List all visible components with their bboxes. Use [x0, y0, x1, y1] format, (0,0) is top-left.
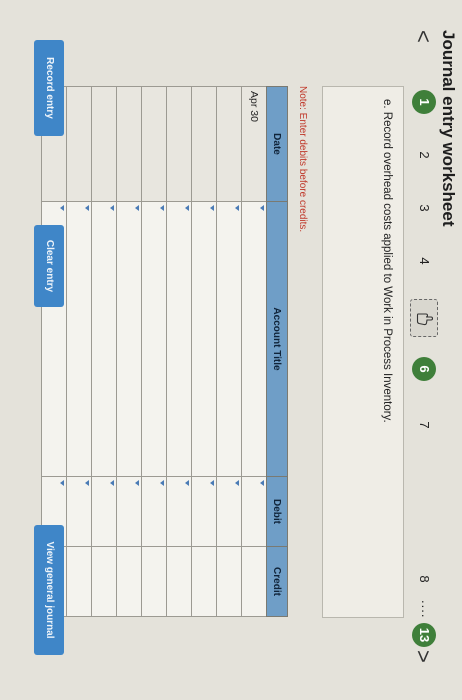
- note-text: Note: Enter debits before credits.: [297, 86, 308, 233]
- date-cell[interactable]: [141, 86, 167, 202]
- step-2[interactable]: 2: [412, 143, 436, 167]
- date-cell[interactable]: [166, 86, 192, 202]
- table-row: [66, 86, 92, 617]
- table-row: [116, 86, 142, 617]
- dropdown-marker-icon: [160, 205, 164, 211]
- step-ellipsis: ....: [419, 600, 434, 619]
- account-title-cell[interactable]: [191, 201, 217, 477]
- date-cell[interactable]: [216, 86, 242, 202]
- dropdown-marker-icon: [210, 205, 214, 211]
- account-title-cell[interactable]: [141, 201, 167, 477]
- dropdown-marker-icon: [135, 205, 139, 211]
- step-3[interactable]: 3: [412, 196, 436, 220]
- journal-worksheet-panel: Journal entry worksheet < 1 2 3 4 6 7 8 …: [0, 0, 462, 700]
- step-5-current[interactable]: [410, 299, 438, 337]
- journal-entry-table: Date Account Title Debit Credit Apr 30: [41, 86, 288, 617]
- date-cell[interactable]: [66, 86, 92, 202]
- debit-cell[interactable]: [191, 476, 217, 547]
- next-step-arrow[interactable]: >: [408, 650, 438, 663]
- dropdown-marker-icon: [185, 205, 189, 211]
- record-entry-button[interactable]: Record entry: [34, 40, 64, 136]
- credit-cell[interactable]: [241, 546, 267, 617]
- step-1[interactable]: 1: [412, 90, 436, 114]
- account-title-cell[interactable]: [66, 201, 92, 477]
- dropdown-marker-icon: [85, 480, 89, 486]
- dropdown-marker-icon: [135, 480, 139, 486]
- dropdown-marker-icon: [260, 205, 264, 211]
- header-debit: Debit: [266, 476, 288, 547]
- account-title-cell[interactable]: [241, 201, 267, 477]
- credit-cell[interactable]: [166, 546, 192, 617]
- header-credit: Credit: [266, 546, 288, 617]
- header-account-title: Account Title: [266, 201, 288, 477]
- dropdown-marker-icon: [60, 480, 64, 486]
- table-header-row: Date Account Title Debit Credit: [266, 86, 288, 617]
- step-4[interactable]: 4: [412, 249, 436, 273]
- step-6[interactable]: 6: [412, 357, 436, 381]
- credit-cell[interactable]: [91, 546, 117, 617]
- page-title: Journal entry worksheet: [439, 30, 458, 227]
- debit-cell[interactable]: [116, 476, 142, 547]
- date-cell-value: Apr 30: [248, 91, 260, 122]
- credit-cell[interactable]: [116, 546, 142, 617]
- dropdown-marker-icon: [110, 480, 114, 486]
- dropdown-marker-icon: [85, 205, 89, 211]
- table-row: [216, 86, 242, 617]
- prev-step-arrow[interactable]: <: [408, 30, 438, 43]
- credit-cell[interactable]: [191, 546, 217, 617]
- table-body: Apr 30: [41, 86, 267, 617]
- step-13[interactable]: 13: [412, 623, 436, 647]
- debit-cell[interactable]: [141, 476, 167, 547]
- clear-entry-button[interactable]: Clear entry: [34, 225, 64, 307]
- step-7[interactable]: 7: [412, 413, 436, 437]
- dropdown-marker-icon: [235, 480, 239, 486]
- header-date: Date: [266, 86, 288, 202]
- credit-cell[interactable]: [141, 546, 167, 617]
- prompt-box: e. Record overhead costs applied to Work…: [322, 86, 404, 618]
- debit-cell[interactable]: [66, 476, 92, 547]
- prompt-text: e. Record overhead costs applied to Work…: [381, 99, 393, 423]
- debit-cell[interactable]: [241, 476, 267, 547]
- date-cell[interactable]: [191, 86, 217, 202]
- table-row: [91, 86, 117, 617]
- debit-cell[interactable]: [216, 476, 242, 547]
- account-title-cell[interactable]: [116, 201, 142, 477]
- dropdown-marker-icon: [110, 205, 114, 211]
- hand-pointer-icon: [416, 313, 434, 326]
- date-cell[interactable]: [116, 86, 142, 202]
- dropdown-marker-icon: [235, 205, 239, 211]
- view-general-journal-button[interactable]: View general journal: [34, 525, 64, 655]
- table-row: [141, 86, 167, 617]
- account-title-cell[interactable]: [91, 201, 117, 477]
- date-cell[interactable]: Apr 30: [241, 86, 267, 202]
- credit-cell[interactable]: [66, 546, 92, 617]
- dropdown-marker-icon: [60, 205, 64, 211]
- credit-cell[interactable]: [216, 546, 242, 617]
- dropdown-marker-icon: [260, 480, 264, 486]
- account-title-cell[interactable]: [216, 201, 242, 477]
- date-cell[interactable]: [91, 86, 117, 202]
- table-row: [191, 86, 217, 617]
- step-8[interactable]: 8: [412, 567, 436, 591]
- dropdown-marker-icon: [210, 480, 214, 486]
- dropdown-marker-icon: [185, 480, 189, 486]
- dropdown-marker-icon: [160, 480, 164, 486]
- table-row: [166, 86, 192, 617]
- debit-cell[interactable]: [166, 476, 192, 547]
- debit-cell[interactable]: [91, 476, 117, 547]
- account-title-cell[interactable]: [166, 201, 192, 477]
- table-row: Apr 30: [241, 86, 267, 617]
